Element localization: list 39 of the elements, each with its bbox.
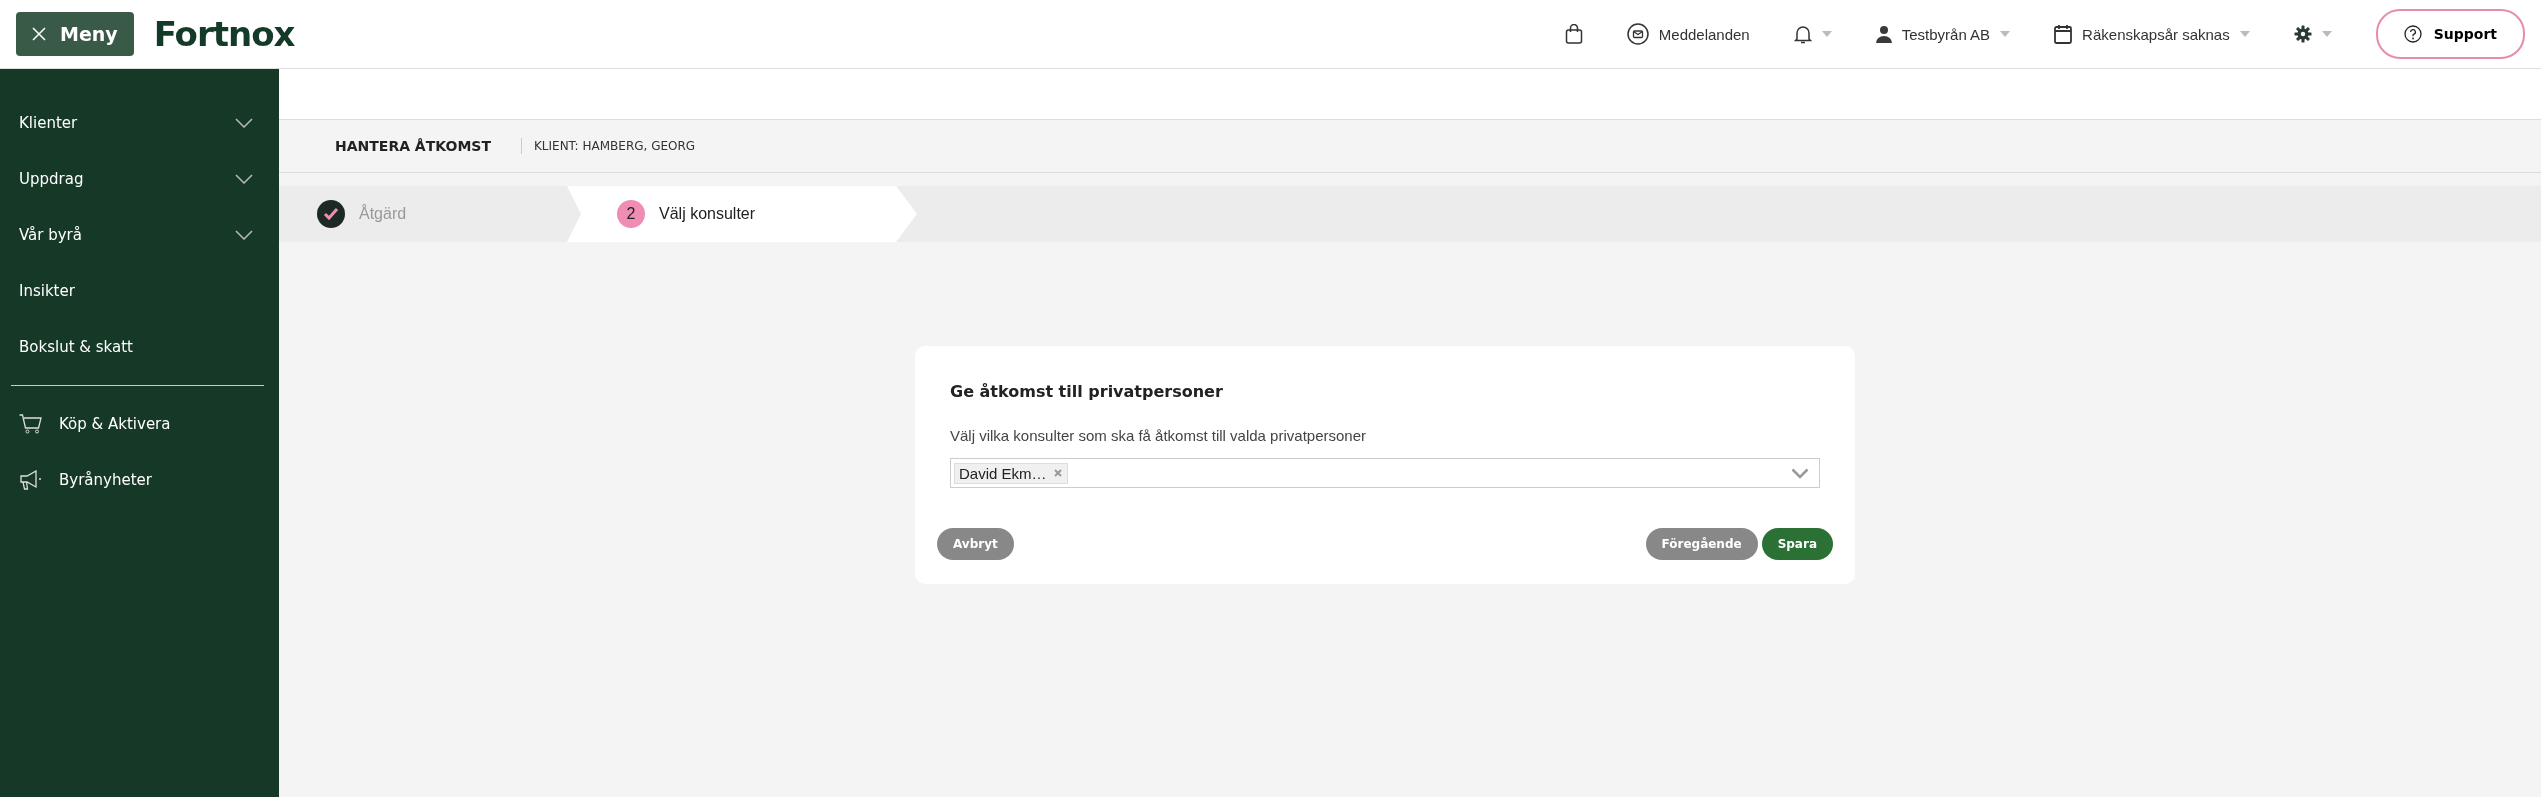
sidebar-item[interactable]: Bokslut & skatt	[0, 319, 279, 375]
sidebar-item[interactable]: Byrånyheter	[0, 452, 279, 508]
field-label: Välj vilka konsulter som ska få åtkomst till valda privatpersoner	[950, 427, 1367, 444]
mail-icon	[1626, 23, 1649, 45]
settings-icon	[2293, 25, 2312, 43]
page-title: HANTERA ÅTKOMST	[335, 138, 522, 154]
previous-button[interactable]: Föregående	[1645, 528, 1758, 560]
account-menu[interactable]: Testbyrån AB	[1875, 25, 2011, 43]
client-name: KLIENT: HAMBERG, GEORG	[532, 139, 696, 153]
sidebar-item[interactable]: Klienter	[0, 95, 279, 151]
support-button[interactable]: Support	[2375, 9, 2525, 59]
shop-button[interactable]	[1564, 24, 1583, 44]
sidebar-item[interactable]: Vår byrå	[0, 207, 279, 263]
fiscal-year-menu[interactable]: Räkenskapsår saknas	[2054, 24, 2250, 44]
sidebar-item[interactable]: Köp & Aktivera	[0, 396, 279, 452]
bell-icon	[1793, 24, 1812, 44]
shopping-bag-icon	[1564, 24, 1583, 44]
menu-button[interactable]: Meny	[16, 12, 134, 56]
close-icon	[32, 27, 46, 41]
logo[interactable]: Fortnox	[153, 14, 295, 54]
sidebar-item[interactable]: Uppdrag	[0, 151, 279, 207]
chevron-icon	[1791, 467, 1809, 479]
check-icon	[317, 200, 345, 228]
help-icon	[2403, 25, 2422, 43]
cart-icon	[19, 414, 43, 434]
sidebar-item[interactable]: Insikter	[0, 263, 279, 319]
step[interactable]: 2 Välj konsulter	[567, 186, 917, 242]
megaphone-icon	[19, 470, 43, 490]
selected-tag: David Ekm…	[954, 462, 1068, 484]
messages-button[interactable]: Meddelanden	[1626, 23, 1750, 45]
notifications-button[interactable]	[1793, 24, 1832, 44]
settings-menu[interactable]	[2293, 25, 2332, 43]
save-button[interactable]: Spara	[1761, 528, 1833, 560]
user-icon	[1875, 25, 1892, 43]
cancel-button[interactable]: Avbryt	[937, 528, 1014, 560]
consultant-select[interactable]: David Ekm…	[950, 458, 1820, 488]
calendar-icon	[2054, 24, 2073, 44]
card-title: Ge åtkomst till privatpersoner	[950, 382, 1224, 401]
step-number: 2	[617, 200, 645, 228]
